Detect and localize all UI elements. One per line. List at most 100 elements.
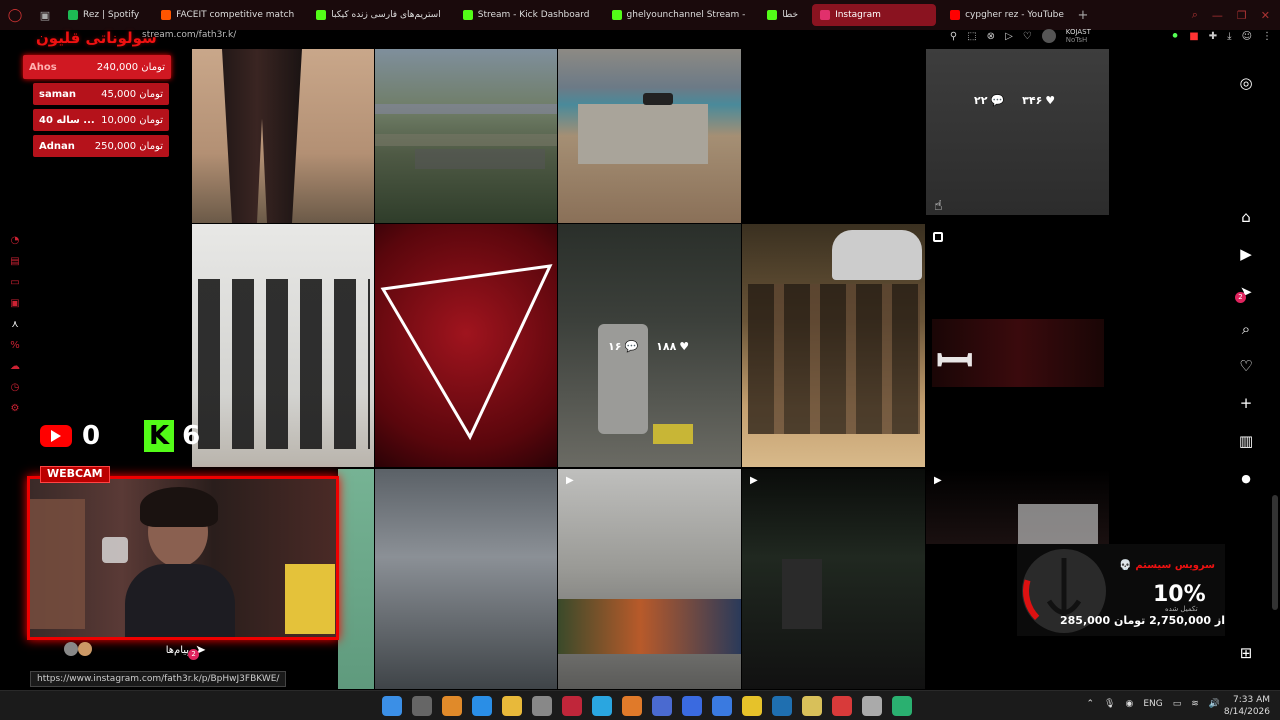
heart-icon[interactable]: ♡ xyxy=(1023,31,1032,42)
post-tile[interactable] xyxy=(742,224,925,467)
post-tile[interactable]: ▶ xyxy=(558,469,741,689)
create-icon[interactable]: + xyxy=(1230,394,1262,412)
taskbar-app-icon[interactable] xyxy=(622,696,642,716)
post-tile[interactable] xyxy=(375,49,557,223)
history-icon[interactable]: ◷ xyxy=(11,382,20,393)
volume-icon[interactable]: 🔊 xyxy=(1209,699,1220,709)
play-icon[interactable]: ▷ xyxy=(1005,31,1013,42)
post-tile[interactable] xyxy=(338,469,374,689)
tab-list-icon[interactable]: ▣ xyxy=(30,0,60,30)
browser-tab-4[interactable]: Stream - Kick Dashboard xyxy=(455,4,598,26)
taskbar-app-icon[interactable] xyxy=(502,696,522,716)
home-icon[interactable]: ⌂ xyxy=(1230,208,1262,226)
language-indicator[interactable]: ENG xyxy=(1143,699,1162,709)
taskbar-app-icon[interactable] xyxy=(412,696,432,716)
notifications-icon[interactable]: ♡ xyxy=(1230,357,1262,375)
tab-favicon-icon xyxy=(767,10,778,20)
post-tile[interactable] xyxy=(558,49,741,223)
scrollbar[interactable] xyxy=(1272,50,1278,690)
sidebar-icon-3[interactable]: ▭ xyxy=(10,277,19,288)
browser-tab-5[interactable]: ghelyounchannel Stream - xyxy=(604,4,754,26)
reels-icon[interactable]: ▶ xyxy=(1230,245,1262,263)
settings-icon[interactable]: ⚙ xyxy=(11,403,20,414)
clock[interactable]: 7:33 AM 8/14/2026 xyxy=(1224,694,1270,718)
taskbar-app-icon[interactable] xyxy=(742,696,762,716)
avatar[interactable]: ● xyxy=(1230,472,1262,485)
tab-label: FACEIT competitive match xyxy=(176,10,295,20)
chevron-up-icon[interactable]: ⌃ xyxy=(1086,699,1094,709)
goal-amount: 285,000 از 2,750,000 تومان xyxy=(1060,614,1225,627)
scroll-thumb[interactable] xyxy=(1272,495,1278,610)
taskbar-app-icon[interactable] xyxy=(832,696,852,716)
post-tile[interactable] xyxy=(192,49,374,223)
start-icon[interactable] xyxy=(382,696,402,716)
taskbar-app-icon[interactable] xyxy=(712,696,732,716)
post-tile[interactable]: ۲۲ 💬 ۳۴۶ ♥ xyxy=(926,49,1109,215)
mic-icon[interactable]: 🎙 xyxy=(1104,699,1115,709)
post-tile[interactable] xyxy=(192,224,374,467)
taskbar-app-icon[interactable] xyxy=(682,696,702,716)
taskbar-app-icon[interactable] xyxy=(472,696,492,716)
taskbar-app-icon[interactable] xyxy=(652,696,672,716)
heart-icon: ♥ xyxy=(1045,94,1056,107)
browser-tab-7[interactable]: Instagram xyxy=(812,4,937,26)
minimize-icon[interactable]: — xyxy=(1212,9,1223,22)
search-icon[interactable]: ⌕ xyxy=(1192,8,1198,22)
messages-icon[interactable]: ➤ 2 xyxy=(1230,283,1262,303)
close-icon[interactable]: ✕ xyxy=(1261,9,1270,22)
browser-tab-2[interactable]: FACEIT competitive match xyxy=(153,4,302,26)
post-tile[interactable] xyxy=(375,224,557,467)
avatar[interactable] xyxy=(1041,29,1056,43)
taskbar-app-icon[interactable] xyxy=(592,696,612,716)
menu-icon[interactable]: ⋮ xyxy=(1262,31,1272,42)
profile-name: KOJAST xyxy=(1065,28,1091,36)
network-icon[interactable]: ◉ xyxy=(1125,699,1133,709)
new-tab-button[interactable]: + xyxy=(1072,8,1094,23)
profile-block[interactable]: KOJAST NoTsH xyxy=(1066,28,1091,44)
sidebar-icon-2[interactable]: ▤ xyxy=(10,256,19,267)
post-tile[interactable]: ▶ xyxy=(742,469,925,689)
browser-tab-8[interactable]: cypgher rez - YouTube xyxy=(942,4,1072,26)
tab-label: استریم‌های فارسی زنده کیکبا xyxy=(331,10,441,20)
more-icon[interactable]: ⊞ xyxy=(1230,644,1262,662)
instagram-icon[interactable]: ◎ xyxy=(1230,74,1262,92)
search-icon[interactable]: ⌕ xyxy=(1230,320,1262,338)
monitor-icon[interactable]: ▭ xyxy=(1173,699,1182,709)
user-icon[interactable]: ☺ xyxy=(1242,31,1252,42)
taskbar-app-icon[interactable] xyxy=(862,696,882,716)
wifi-icon[interactable]: ≋ xyxy=(1191,699,1199,709)
sidebar-icon-1[interactable]: ◔ xyxy=(11,235,20,246)
webcam-feed xyxy=(27,476,339,640)
sidebar-icon-5[interactable]: ⋏ xyxy=(11,319,18,330)
record-icon[interactable]: ■ xyxy=(1189,31,1198,42)
taskbar-app-icon[interactable] xyxy=(802,696,822,716)
sidebar-icon-6[interactable]: % xyxy=(10,340,20,351)
taskbar-app-icon[interactable] xyxy=(772,696,792,716)
puzzle-icon[interactable]: ✚ xyxy=(1209,31,1217,42)
taskbar-app-icon[interactable] xyxy=(562,696,582,716)
donation-amount: 250,000 تومان xyxy=(94,140,163,152)
taskbar-app-icon[interactable] xyxy=(442,696,462,716)
screenshot-icon[interactable]: ⬚ xyxy=(967,31,976,42)
address-bar[interactable]: stream.com/fath3r.k/ ⚲ ⬚ ⊗ ▷ ♡ KOJAST No… xyxy=(30,28,1280,44)
vpn-icon[interactable]: ⚫ xyxy=(1171,31,1179,42)
browser-logo-icon[interactable]: ◯ xyxy=(0,0,30,30)
block-icon[interactable]: ⊗ xyxy=(987,31,995,42)
post-tile[interactable] xyxy=(742,49,925,223)
taskbar-app-icon[interactable] xyxy=(532,696,552,716)
browser-tab-1[interactable]: Rez | Spotify xyxy=(60,4,147,26)
sidebar-icon-7[interactable]: ☁ xyxy=(10,361,20,372)
dashboard-icon[interactable]: ▥ xyxy=(1230,432,1262,450)
browser-tab-3[interactable]: استریم‌های فارسی زنده کیکبا xyxy=(308,4,449,26)
post-tile[interactable]: ꟷ xyxy=(926,224,1109,467)
download-icon[interactable]: ⤓ xyxy=(1227,31,1231,42)
messages-bar[interactable]: پیام‌ها ➤ 2 xyxy=(60,639,210,661)
browser-tab-6[interactable]: خطا xyxy=(759,4,806,26)
post-tile[interactable] xyxy=(375,469,557,689)
taskbar-app-icon[interactable] xyxy=(892,696,912,716)
pin-icon[interactable]: ⚲ xyxy=(950,31,957,42)
sidebar-icon-4[interactable]: ▣ xyxy=(10,298,19,309)
post-tile[interactable]: ۱۶ 💬 ۱۸۸ ♥ xyxy=(558,224,741,467)
restore-icon[interactable]: ❐ xyxy=(1237,9,1247,22)
post-tile[interactable]: ▶ xyxy=(926,469,1109,544)
